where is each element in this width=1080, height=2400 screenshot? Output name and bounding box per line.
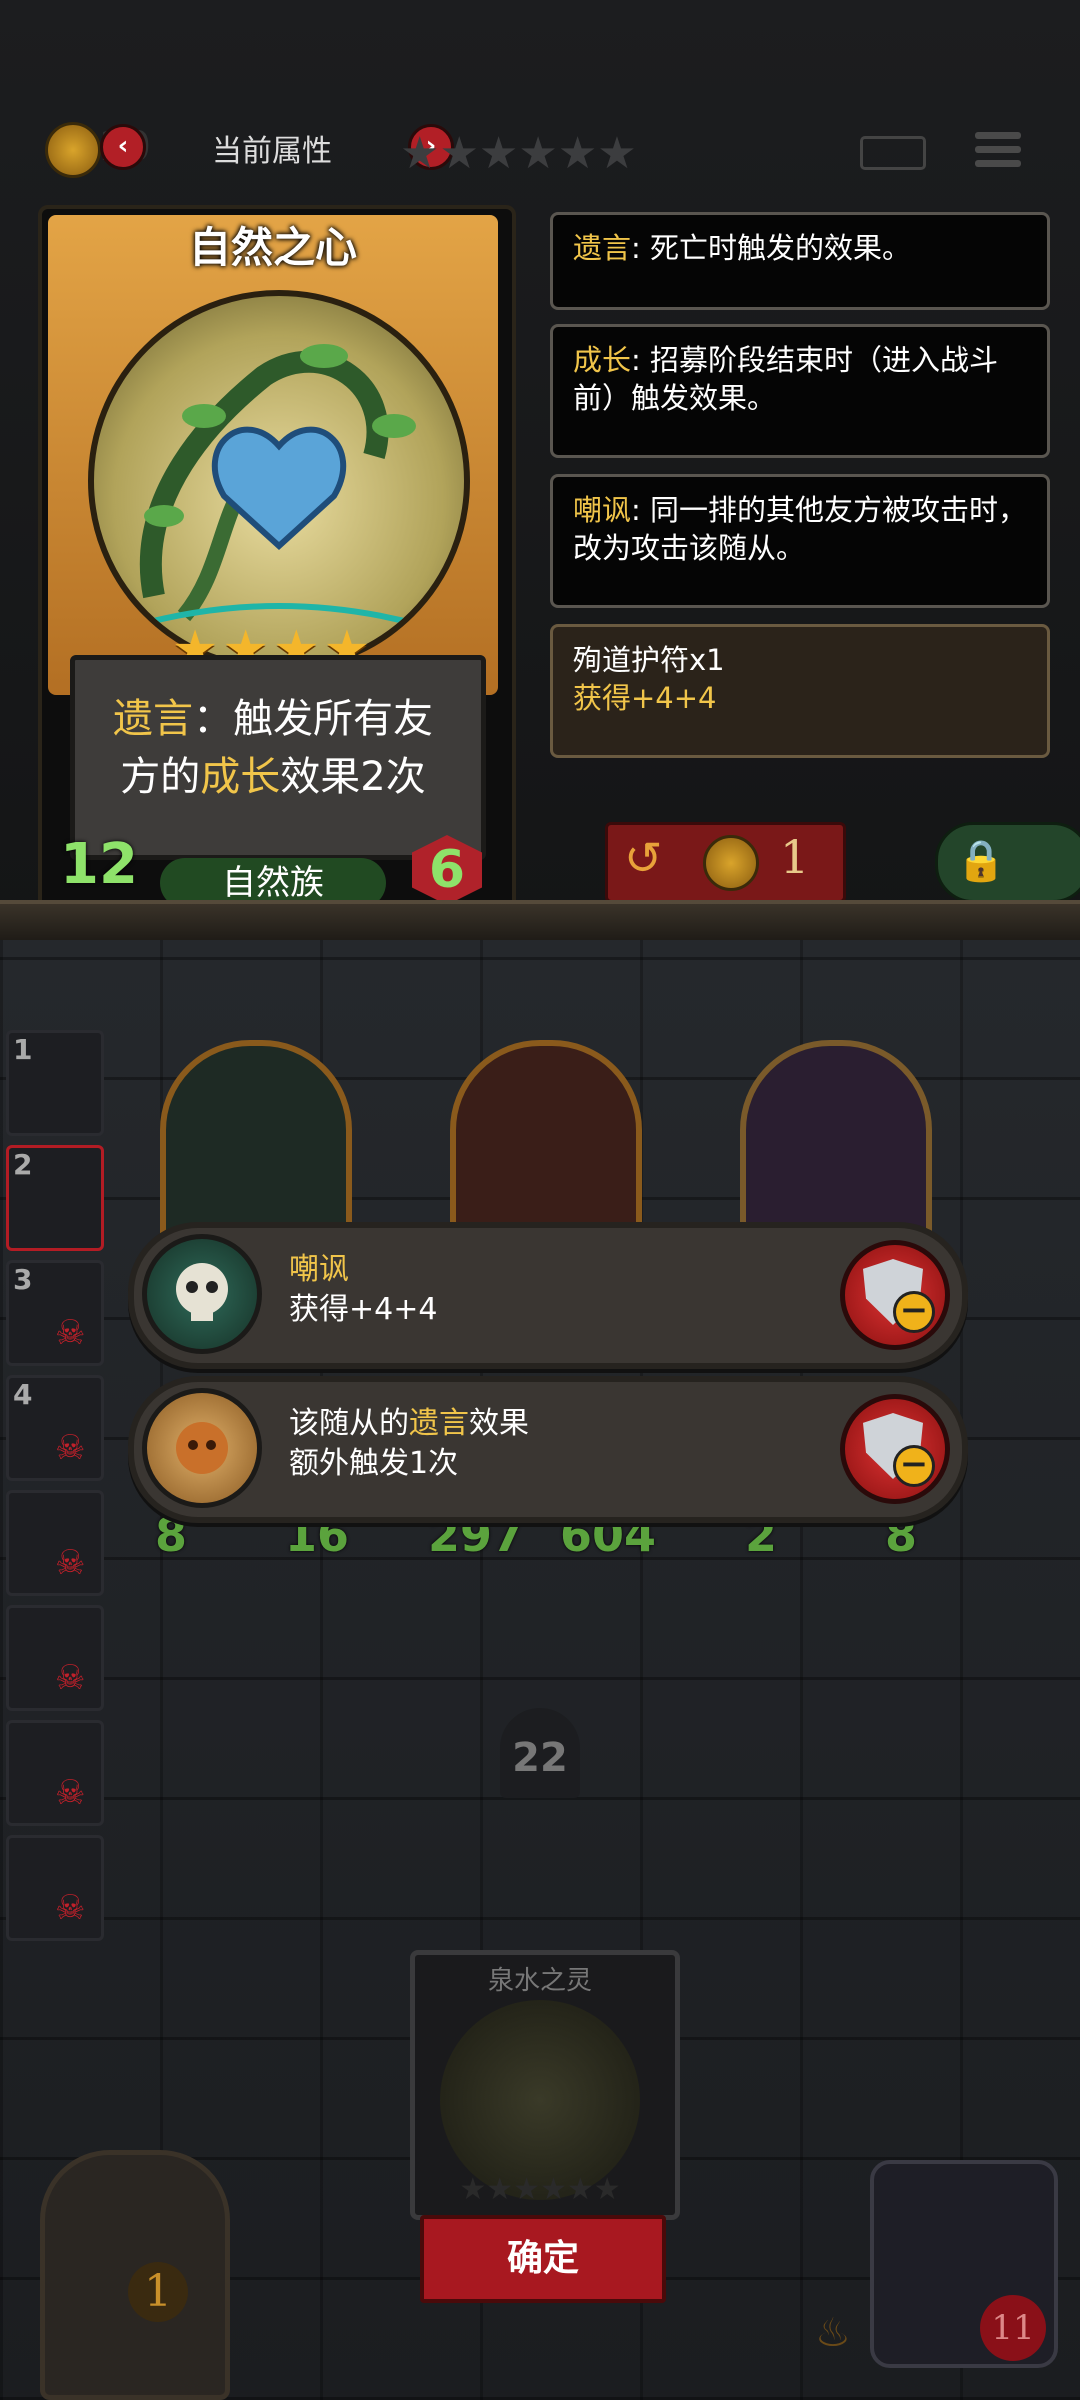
popup-text: 该随从的遗言效果 额外触发1次 [289, 1404, 529, 1484]
skull-icon: ☠ [55, 1773, 86, 1813]
minus-icon: − [893, 1445, 935, 1487]
star-icon: ★ [439, 128, 479, 179]
card-art [88, 290, 470, 672]
star-icon: ★ [557, 128, 598, 179]
queue-slot[interactable]: 1 [6, 1030, 104, 1136]
lock-button[interactable]: 🔒 [935, 822, 1080, 903]
coin-icon [703, 835, 759, 891]
card-text-segment: ：触发所有友 [193, 696, 433, 742]
shop-card-stars: ★★★★★★ [459, 2172, 621, 2207]
item-name: 殉道护符x1 [573, 643, 725, 677]
queue-number: 1 [13, 1033, 33, 1066]
menu-icon[interactable] [975, 125, 1021, 174]
queue-slot[interactable]: 4 ☠ [6, 1375, 104, 1481]
chevron-left-icon: ‹ [117, 131, 129, 161]
hero-health: 11 [980, 2295, 1046, 2361]
skull-icon: ☠ [55, 1543, 86, 1583]
tooltip-taunt: 嘲讽: 同一排的其他友方被攻击时，改为攻击该随从。 [550, 474, 1050, 608]
prev-button[interactable]: ‹ [100, 124, 146, 170]
keyword-deathrattle: 遗言 [113, 696, 193, 742]
shop-card-art [440, 2000, 640, 2200]
tooltip-keyword: 嘲讽 [573, 493, 632, 527]
tooltip-growth: 成长: 招募阶段结束时（进入战斗前）触发效果。 [550, 324, 1050, 458]
nature-heart-icon [133, 344, 425, 629]
queue-slot[interactable]: ☠ [6, 1490, 104, 1596]
tooltip-desc: : 同一排的其他友方被攻击时，改为攻击该随从。 [573, 493, 1028, 565]
shield-remove-button[interactable]: − [840, 1394, 950, 1504]
skull-icon: ☠ [55, 1888, 86, 1928]
confirm-button[interactable]: 确定 [420, 2215, 666, 2303]
queue-number: 2 [13, 1148, 33, 1181]
skull-icon: ☠ [55, 1658, 86, 1698]
deathrattle-coin-icon [142, 1388, 262, 1508]
queue-slot[interactable]: 3 ☠ [6, 1260, 104, 1366]
queue-slot-current[interactable]: 2 [6, 1145, 104, 1251]
frame-divider [0, 900, 1080, 944]
queue-slot[interactable]: ☠ [6, 1605, 104, 1711]
shop-card-name: 泉水之灵 [487, 1966, 592, 1996]
popup-effect: 获得+4+4 [289, 1292, 438, 1327]
refresh-button[interactable]: ↺ [605, 822, 846, 903]
minus-icon: − [893, 1291, 935, 1333]
popup-title: 嘲讽 [289, 1252, 349, 1287]
popup-title-line: 该随从的遗言效果 [289, 1404, 529, 1444]
refresh-cost: 1 [780, 830, 810, 884]
skull-icon: ☠ [55, 1313, 86, 1353]
star-icon: ★ [478, 128, 519, 179]
board-minion[interactable] [740, 1040, 932, 1252]
queue-number: 3 [13, 1263, 33, 1296]
skull-icon [176, 1263, 228, 1321]
card-name: 自然之心 [188, 223, 357, 272]
card-text-segment: 方的 [120, 754, 201, 800]
star-icon: ★ [597, 128, 637, 179]
popup-text-segment: 效果 [469, 1406, 529, 1441]
turn-counter: 22 [500, 1708, 580, 1798]
tooltip-deathrattle: 遗言: 死亡时触发的效果。 [550, 212, 1050, 310]
keyword-growth: 成长 [200, 754, 281, 800]
page-title: 当前属性 [212, 134, 332, 169]
star-icon: ★ [400, 128, 440, 179]
buff-popup-taunt: 嘲讽 获得+4+4 − [128, 1222, 968, 1369]
skull-icon [176, 1422, 228, 1474]
queue-slot[interactable]: ☠ [6, 1720, 104, 1826]
tooltip-keyword: 成长 [573, 343, 632, 377]
flame-icon: ♨ [815, 2310, 851, 2356]
board-minion[interactable] [160, 1040, 352, 1252]
gold-count: 1 [128, 2262, 188, 2322]
board-minion[interactable] [450, 1040, 642, 1252]
tooltip-desc: : 死亡时触发的效果。 [631, 231, 912, 265]
taunt-skull-icon [142, 1234, 262, 1354]
tavern-stars: ★★★★★★ [400, 128, 637, 179]
buff-popup-deathrattle: 该随从的遗言效果 额外触发1次 − [128, 1376, 968, 1523]
skull-icon: ☠ [55, 1428, 86, 1468]
star-icon: ★ [518, 128, 558, 179]
card-attack: 12 [60, 832, 138, 897]
popup-text-segment: 该随从的 [289, 1406, 409, 1441]
refresh-icon: ↺ [624, 831, 663, 885]
coin-icon [45, 122, 101, 178]
queue-slot[interactable]: ☠ [6, 1835, 104, 1941]
tooltip-item: 殉道护符x1 获得+4+4 [550, 624, 1050, 758]
shield-remove-button[interactable]: − [840, 1240, 950, 1350]
queue-number: 4 [13, 1378, 33, 1411]
tooltip-keyword: 遗言 [573, 231, 632, 265]
item-effect: 获得+4+4 [573, 681, 717, 715]
battery-icon [860, 136, 926, 170]
tooltip-desc: : 招募阶段结束时（进入战斗前）触发效果。 [573, 343, 999, 415]
card-description: 遗言：触发所有友 方的成长效果2次 [80, 690, 466, 806]
popup-keyword: 遗言 [409, 1406, 469, 1441]
popup-text: 嘲讽 获得+4+4 [289, 1250, 437, 1330]
popup-effect: 额外触发1次 [289, 1446, 459, 1481]
card-text-segment: 效果2次 [280, 754, 426, 800]
lock-icon: 🔒 [956, 838, 1006, 884]
